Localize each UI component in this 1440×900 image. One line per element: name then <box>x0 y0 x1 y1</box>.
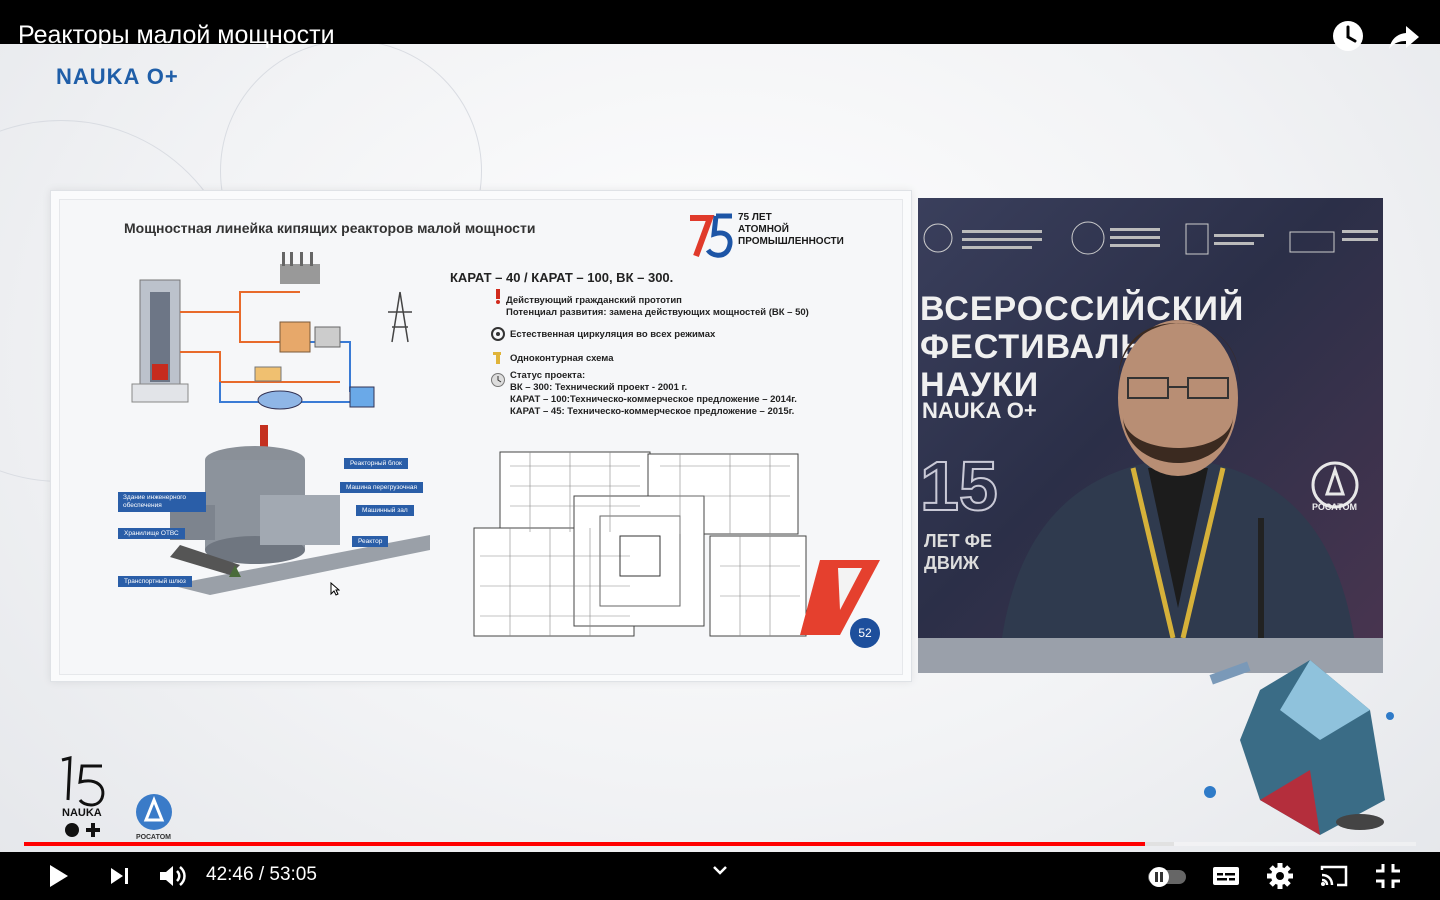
project-status: Статус проекта: ВК – 300: Технический пр… <box>510 370 797 418</box>
channel-logo: NAUKA O+ <box>56 64 179 89</box>
slide-title: Мощностная линейка кипящих реакторов мал… <box>124 220 536 236</box>
karat-heading: КАРАТ – 40 / КАРАТ – 100, ВК – 300. <box>450 270 674 285</box>
callout-transport: Транспортный шлюз <box>118 576 192 587</box>
status-heading: Статус проекта: <box>510 370 586 381</box>
callout-reactor: Реактор <box>352 536 389 547</box>
progress-bar[interactable] <box>24 842 1416 846</box>
video-frame[interactable]: Реакторы малой мощности NAUKA O+ Мощност… <box>0 0 1440 900</box>
decor-satellite-rock <box>1204 660 1394 835</box>
time-display: 42:46 / 53:05 <box>206 862 317 888</box>
exclamation-icon <box>496 289 500 304</box>
nauka-15-logo: NAUKA <box>61 756 105 837</box>
cast-icon[interactable] <box>1318 860 1350 892</box>
volume-icon[interactable] <box>156 860 188 892</box>
rosatom-bottom-label: РОСАТОМ <box>136 834 171 841</box>
partner-emblems <box>923 221 1378 255</box>
floor-plan-drawing <box>473 451 807 637</box>
callout-reactor-block: Реакторный блок <box>344 458 408 469</box>
feature-single-loop-text: Одноконтурная схема <box>510 353 614 364</box>
process-schematic <box>131 252 412 410</box>
status-line-vk300: ВК – 300: Технический проект - 2001 г. <box>510 382 688 393</box>
status-clock-icon <box>491 373 505 387</box>
time-separator: / <box>253 864 270 885</box>
callout-engineering-building: Здание инженерного обеспечения <box>118 492 206 512</box>
share-icon[interactable] <box>1386 18 1422 54</box>
slide-page-number: 52 <box>850 618 880 648</box>
presentation-frame: Мощностная линейка кипящих реакторов мал… <box>50 190 912 682</box>
feature-prototype-line1: Действующий гражданский прототип <box>506 295 682 306</box>
settings-icon[interactable] <box>1264 860 1296 892</box>
callout-machine-hall: Машинный зал <box>356 505 414 516</box>
single-loop-icon <box>493 352 501 364</box>
anniversary-75-logo <box>690 213 733 258</box>
feature-circulation: Естественная циркуляция во всех режимах <box>510 329 715 341</box>
watch-later-icon[interactable] <box>1330 18 1366 54</box>
bottom-nauka-text: NAUKA <box>62 807 102 819</box>
next-icon[interactable] <box>104 860 136 892</box>
player-controls: 42:46 / 53:05 <box>0 852 1440 900</box>
presentation-slide: Мощностная линейка кипящих реакторов мал… <box>59 199 903 675</box>
rosatom-bottom-logo <box>136 794 172 830</box>
feature-prototype: Действующий гражданский прототип Потенци… <box>506 295 809 319</box>
subtitles-icon[interactable] <box>1210 860 1242 892</box>
feature-circulation-text: Естественная циркуляция во всех режимах <box>510 329 716 340</box>
feature-single-loop: Одноконтурная схема <box>510 353 614 365</box>
mouse-cursor-icon <box>330 582 340 596</box>
play-icon[interactable] <box>42 860 74 892</box>
speaker-figure <box>998 320 1358 673</box>
status-line-karat100: КАРАТ – 100:Техническо-коммерческое пред… <box>510 394 797 405</box>
chevron-down-icon[interactable] <box>710 860 730 880</box>
current-time: 42:46 <box>206 864 254 885</box>
callout-storage: Хранилище ОТВС <box>118 528 185 539</box>
status-line-karat45: КАРАТ – 45: Техническо-коммерческое пред… <box>510 406 795 417</box>
autoplay-toggle-icon[interactable] <box>1146 860 1190 892</box>
exit-fullscreen-icon[interactable] <box>1372 860 1404 892</box>
duration: 53:05 <box>269 864 317 885</box>
anniversary-text: 75 ЛЕТ АТОМНОЙ ПРОМЫШЛЕННОСТИ <box>738 212 844 247</box>
circulation-icon <box>491 327 505 341</box>
played-progress <box>24 842 1145 846</box>
video-title[interactable]: Реакторы малой мощности <box>18 18 335 52</box>
feature-prototype-line2: Потенциал развития: замена действующих м… <box>506 307 809 318</box>
speaker-camera: ВСЕРОССИЙСКИЙ ФЕСТИВАЛЬ НАУКИ NAUKA O+ 1… <box>918 198 1383 673</box>
callout-refuel-machine: Машина перегрузочная <box>340 482 423 493</box>
